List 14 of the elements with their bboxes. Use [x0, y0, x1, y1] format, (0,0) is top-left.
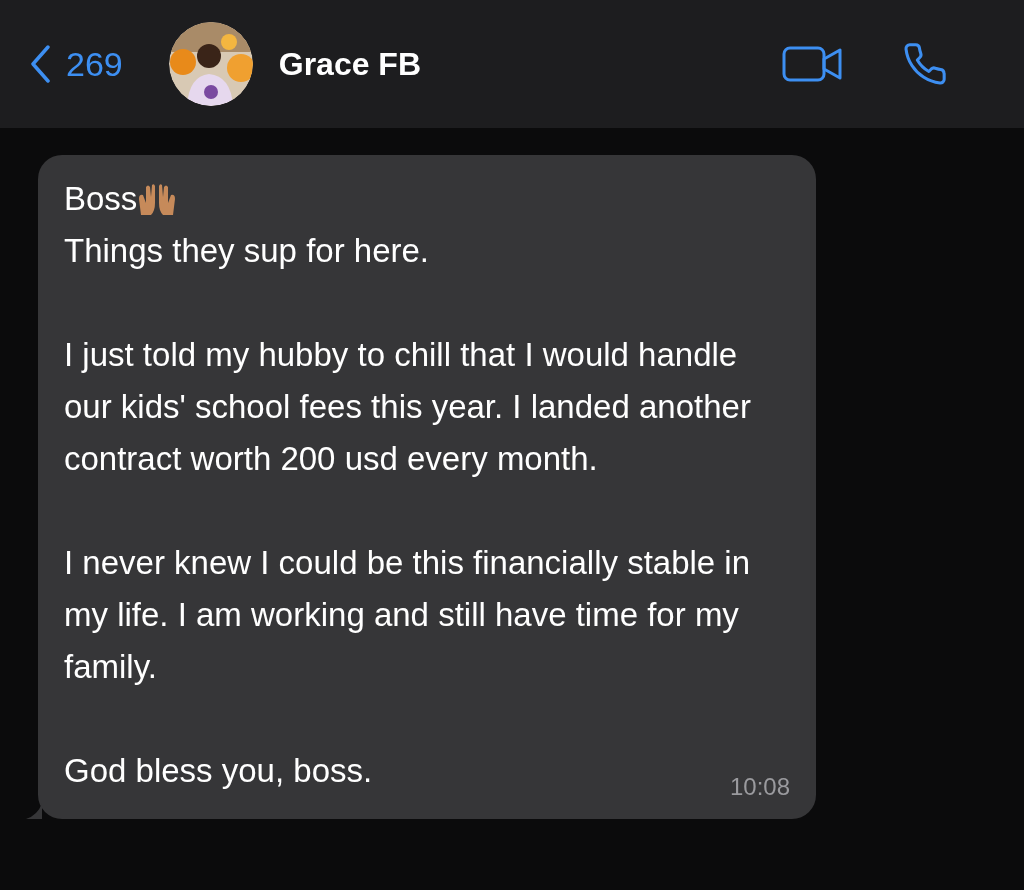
message-time: 10:08 [729, 773, 790, 801]
message-text: Things they sup for here. [64, 231, 430, 271]
message-text: God bless you, boss. [64, 751, 373, 791]
message-text: I just told my hubby to chill that I would handle our kids' school fees this year. I landed another contract worth 200 usd every month. [64, 335, 752, 479]
message-text: Boss [64, 179, 138, 219]
video-call-button[interactable] [782, 44, 844, 84]
back-button[interactable]: 269 [30, 44, 123, 84]
message-text: I never knew I could be this financially stable in my life. I am working and still have time for my family. [64, 543, 752, 687]
voice-call-button[interactable] [902, 41, 948, 87]
video-camera-icon [782, 44, 844, 84]
raised-hands-icon [137, 181, 178, 217]
phone-icon [902, 41, 948, 87]
contact-name: Grace FB [278, 45, 421, 83]
back-chevron-icon [30, 45, 50, 83]
